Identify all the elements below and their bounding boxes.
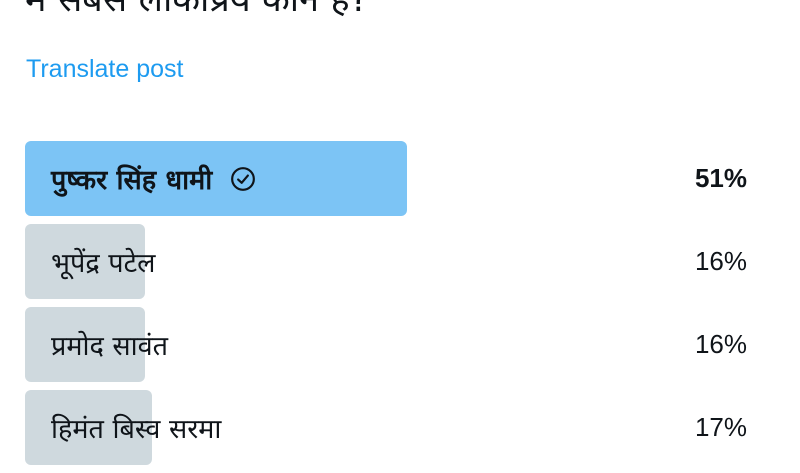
poll-option-percent: 51% xyxy=(694,163,747,193)
poll-option-label-row: पुष्कर सिंह धामी xyxy=(51,141,256,216)
poll-option-percent: 17% xyxy=(694,412,747,442)
poll-option-label: हिमंत बिस्व सरमा xyxy=(51,414,222,445)
poll-option-label-row: प्रमोद सावंत xyxy=(51,307,168,382)
translate-post-link[interactable]: Translate post xyxy=(26,53,183,85)
poll-question: में सबसे लोकप्रिय कौन है? xyxy=(25,0,369,24)
poll-results: पुष्कर सिंह धामी 51% भूपेंद्र पटेल 16% प… xyxy=(25,141,747,473)
poll-option-label: प्रमोद सावंत xyxy=(51,331,169,362)
poll-option: प्रमोद सावंत 16% xyxy=(25,307,747,382)
poll-option-percent: 16% xyxy=(694,246,747,276)
poll-option-label: भूपेंद्र पटेल xyxy=(51,248,156,279)
poll-option-label-row: भूपेंद्र पटेल xyxy=(51,224,156,299)
poll-option: भूपेंद्र पटेल 16% xyxy=(25,224,747,299)
poll-option-label-row: हिमंत बिस्व सरमा xyxy=(51,390,221,465)
poll-option: पुष्कर सिंह धामी 51% xyxy=(25,141,747,216)
poll-option-label: पुष्कर सिंह धामी xyxy=(51,165,213,196)
poll-option: हिमंत बिस्व सरमा 17% xyxy=(25,390,747,465)
check-circle-icon xyxy=(231,166,256,191)
poll-option-percent: 16% xyxy=(694,329,747,359)
